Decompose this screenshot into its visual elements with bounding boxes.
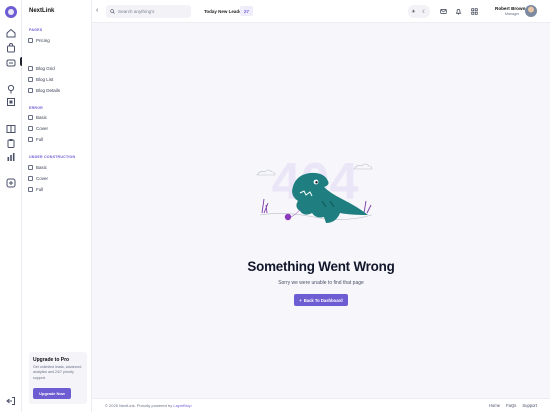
basic-icon — [28, 115, 33, 120]
nav-item-blog-list[interactable]: Blog List — [28, 77, 53, 82]
grid-icon[interactable] — [6, 124, 16, 134]
plus-icon: + — [299, 297, 302, 303]
grass-right-icon — [363, 200, 372, 214]
mail-icon[interactable] — [437, 5, 450, 18]
nav-item-error-cover[interactable]: Cover — [28, 126, 48, 131]
grid-apps-icon[interactable] — [468, 5, 481, 18]
user-role: Manager — [505, 12, 520, 16]
blog-details-icon — [28, 88, 33, 93]
logo-icon[interactable] — [5, 6, 17, 18]
bar-chart-icon[interactable] — [6, 152, 16, 162]
clipboard-icon[interactable] — [6, 138, 16, 148]
nav-item-blog-details[interactable]: Blog Details — [28, 88, 60, 93]
pin-icon[interactable] — [6, 84, 16, 94]
footer-link-home[interactable]: Home — [489, 403, 500, 408]
nav-item-blog-grid[interactable]: Blog Grid — [28, 66, 55, 71]
avatar[interactable] — [525, 5, 537, 17]
section-title-pages: PAGES — [29, 28, 43, 32]
brand-link[interactable]: LaymBrop — [173, 403, 191, 408]
top-header: ‹ Today New Leads 27 ☀☾ Robert Brown Man… — [92, 0, 550, 23]
bag-icon[interactable] — [6, 43, 16, 53]
blog-list-icon — [28, 77, 33, 82]
main-content: 404 Something Went Wrong Sorry we were u… — [92, 23, 550, 398]
grass-left-icon — [261, 198, 269, 214]
section-title-error: ERROR — [29, 106, 43, 110]
home-icon[interactable] — [6, 28, 16, 38]
user-name[interactable]: Robert Brown — [495, 6, 525, 11]
basic-icon — [28, 165, 33, 170]
nav-item-error-basic[interactable]: Basic — [28, 115, 47, 120]
moon-icon: ☾ — [422, 8, 427, 15]
nav-item-uc-full[interactable]: Full — [28, 187, 43, 192]
full-icon — [28, 137, 33, 142]
brand-name: NextLink — [29, 8, 55, 14]
icon-rail: Pages — [0, 0, 39, 412]
pricing-icon — [28, 38, 33, 43]
pages-icon[interactable] — [6, 58, 16, 68]
dinosaur-404-illustration: 404 — [256, 153, 373, 223]
search-box[interactable] — [106, 5, 191, 18]
bell-icon[interactable] — [452, 5, 465, 18]
back-to-dashboard-label: Back To Dashboard — [303, 297, 343, 303]
error-heading: Something Went Wrong — [247, 259, 395, 274]
nav-item-uc-cover[interactable]: Cover — [28, 176, 48, 181]
nav-item-error-full[interactable]: Full — [28, 137, 43, 142]
upgrade-title: Upgrade to Pro — [33, 357, 70, 363]
footer-link-faqs[interactable]: FaQs — [506, 403, 516, 408]
error-subtext: Sorry we were unable to find that page — [278, 280, 364, 286]
blog-grid-icon — [28, 66, 33, 71]
footer-links: Home FaQs Support — [489, 403, 537, 408]
footer: © 2025 NextLink. Proudly powered by Laym… — [92, 398, 550, 412]
collapse-sidebar-icon[interactable]: ‹ — [96, 7, 98, 15]
upgrade-button[interactable]: Upgrade Now — [33, 388, 71, 399]
sun-icon: ☀ — [411, 8, 416, 15]
full-icon — [28, 187, 33, 192]
cover-icon — [28, 126, 33, 131]
upgrade-text: Get unlimited leads, advanced analytics … — [33, 365, 82, 380]
logout-icon[interactable] — [6, 396, 16, 406]
section-title-under-construction: UNDER CONSTRUCTION — [29, 155, 76, 159]
leads-count-badge: 27 — [240, 6, 253, 16]
leads-label: Today New Leads — [204, 9, 242, 14]
frame-icon[interactable] — [6, 97, 16, 107]
nav-panel: NextLink PAGES Pricing Blog Grid Blog Li… — [22, 0, 92, 412]
plus-icon[interactable] — [6, 178, 16, 188]
yarn-ball-icon — [284, 213, 292, 221]
search-input[interactable] — [118, 9, 188, 14]
nav-item-uc-basic[interactable]: Basic — [28, 165, 47, 170]
nav-item-pricing[interactable]: Pricing — [28, 38, 50, 43]
cover-icon — [28, 176, 33, 181]
search-icon — [110, 9, 115, 14]
copyright-text: © 2025 NextLink. Proudly powered by Laym… — [105, 403, 192, 408]
footer-link-support[interactable]: Support — [522, 403, 537, 408]
back-to-dashboard-button[interactable]: + Back To Dashboard — [294, 294, 348, 306]
theme-toggle[interactable]: ☀ ☾ — [408, 5, 430, 18]
upgrade-card: Upgrade to Pro Get unlimited leads, adva… — [29, 352, 87, 404]
